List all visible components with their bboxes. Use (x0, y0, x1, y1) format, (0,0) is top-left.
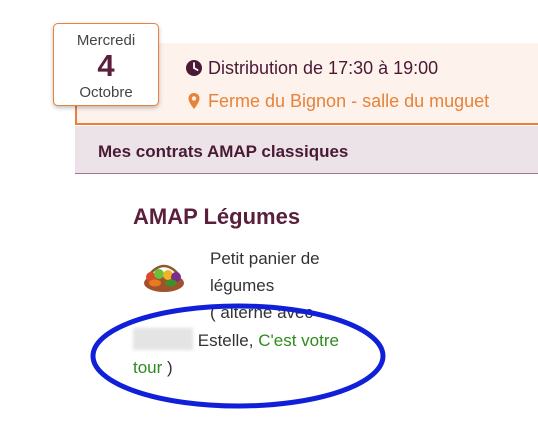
distribution-location[interactable]: Ferme du Bignon - salle du muguet (185, 91, 489, 112)
turn-link-part2[interactable]: tour (133, 358, 162, 377)
date-month: Octobre (79, 84, 133, 101)
alternate-prefix: ( alterné avec (210, 303, 313, 322)
alternate-name: Estelle, (197, 331, 254, 350)
date-day: 4 (97, 48, 115, 83)
redacted-name (133, 328, 193, 350)
turn-link-part1[interactable]: C'est votre (258, 331, 339, 350)
distribution-time-text: Distribution de 17:30 à 19:00 (208, 58, 439, 78)
vegetable-basket-image (144, 264, 184, 292)
product-description: Petit panier de légumes (210, 249, 320, 295)
alternate-line: Estelle, C'est votre (133, 327, 339, 354)
date-card: Mercredi 4 Octobre (53, 23, 159, 106)
map-marker-icon (188, 93, 200, 109)
distribution-time: Distribution de 17:30 à 19:00 (185, 58, 438, 79)
closing-paren: ) (167, 358, 173, 377)
distribution-location-link[interactable]: Ferme du Bignon - salle du muguet (208, 91, 489, 111)
product-title: AMAP Légumes (133, 204, 301, 229)
contracts-section-header: Mes contrats AMAP classiques (75, 126, 538, 174)
clock-icon (186, 60, 202, 76)
tour-line: tour ) (133, 354, 173, 381)
date-weekday: Mercredi (76, 32, 136, 49)
contracts-section-title: Mes contrats AMAP classiques (98, 142, 349, 161)
